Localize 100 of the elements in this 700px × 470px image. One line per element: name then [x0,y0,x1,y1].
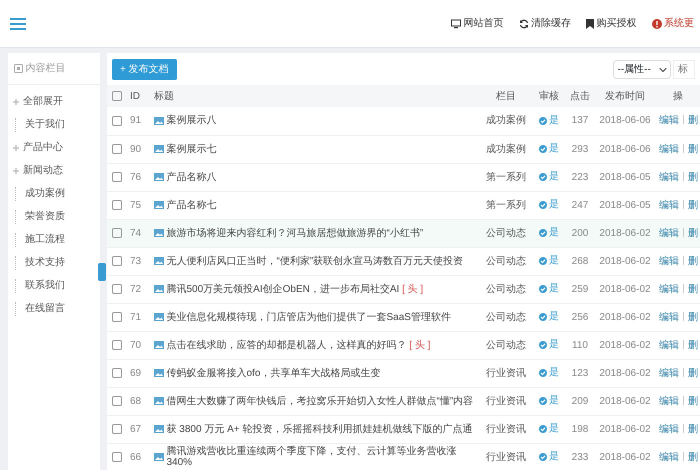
delete-link[interactable]: 删 [688,172,698,182]
row-checkbox[interactable] [112,452,122,462]
tree-item[interactable]: 关于我们 [25,117,65,132]
tree-item[interactable]: 全部展开 [23,94,63,109]
monitor-icon [451,18,461,28]
edit-link[interactable]: 编辑 [659,256,679,266]
delete-link[interactable]: 删 [688,115,698,126]
delete-link[interactable]: 删 [688,312,698,322]
status-icon [539,312,547,323]
category-cell: 行业资讯 [480,387,532,415]
delete-link[interactable]: 删 [688,200,698,210]
nav-link[interactable]: 清除缓存 [531,16,571,31]
nav-link[interactable]: 网站首页 [464,16,504,31]
category-cell: 公司动态 [480,331,532,359]
tree-item[interactable]: 成功案例 [25,186,65,201]
article-title-link[interactable]: 无人便利店风口正当时，“便利家”获联创永宣马涛数百万元天使投资 [166,256,464,266]
list-icon [14,64,23,73]
edit-link[interactable]: 编辑 [659,368,679,378]
article-title-link[interactable]: 获 3800 万元 A+ 轮投资，乐摇摇科技利用抓娃娃机做线下版的广点通 [166,424,472,434]
id-cell: 70 [127,331,151,359]
row-checkbox[interactable] [112,144,122,154]
edit-link[interactable]: 编辑 [659,340,679,350]
tree-item[interactable]: 产品中心 [23,140,63,155]
date-cell: 2018-06-02 [594,247,656,275]
collapse-handle[interactable] [98,263,106,281]
id-cell: 72 [127,275,151,303]
delete-link[interactable]: 删 [688,256,698,266]
image-icon [154,341,164,349]
edit-link[interactable]: 编辑 [659,172,679,182]
edit-link[interactable]: 编辑 [659,115,679,126]
tree-item[interactable]: 联系我们 [25,278,65,293]
article-title-link[interactable]: 借网生大数赚了两年快钱后，考拉窝乐开始切入女性人群做点“懂”内容 [166,396,474,406]
tree-item[interactable]: 技术支持 [25,255,65,270]
image-icon [154,257,164,265]
tree-item[interactable]: 施工流程 [25,232,65,247]
status-icon [539,396,547,407]
add-button[interactable]: + 发布文档 [112,59,177,80]
column-header: 点击 [566,85,594,107]
row-checkbox[interactable] [112,396,122,406]
filter-select[interactable]: --属性-- [612,60,670,79]
article-title-link[interactable]: 案例展示七 [166,144,216,154]
edit-link[interactable]: 编辑 [659,396,679,406]
row-checkbox[interactable] [112,312,122,322]
date-cell: 2018-06-06 [594,107,656,135]
nav-link[interactable]: 购买授权 [596,16,636,31]
edit-link[interactable]: 编辑 [659,144,679,154]
row-checkbox[interactable] [112,256,122,266]
delete-link[interactable]: 删 [688,340,698,350]
expand-icon[interactable] [13,144,19,150]
article-title-link[interactable]: 点击在线求助，应答的却都是机器人，这样真的好吗？ [ 头 ] [166,340,430,350]
select-all-checkbox[interactable] [112,90,122,101]
row-checkbox[interactable] [112,116,122,126]
edit-link[interactable]: 编辑 [659,424,679,434]
article-title-link[interactable]: 腾讯500万美元领投AI创企ObEN，进一步布局社交AI [ 头 ] [166,284,424,294]
delete-link[interactable]: 删 [688,228,698,238]
audit-status: 是 [539,255,559,266]
audit-status: 是 [539,283,559,294]
article-title-link[interactable]: 产品名称七 [166,200,216,210]
image-icon [154,425,164,433]
tree-item[interactable]: 在线留言 [25,301,65,316]
delete-link[interactable]: 删 [688,284,698,294]
expand-icon[interactable] [13,98,19,104]
article-title-link[interactable]: 传蚂蚁金服将接入ofo，共享单车大战格局或生变 [166,368,380,378]
row-checkbox[interactable] [112,340,122,350]
tree-item[interactable]: 荣誉资质 [25,209,65,224]
clicks-cell: 293 [566,135,594,163]
article-title-link[interactable]: 腾讯游戏营收比重连续两个季度下降，支付、云计算等业务营收涨340% [166,446,477,468]
row-checkbox[interactable] [112,368,122,378]
article-title-link[interactable]: 产品名称八 [166,172,216,182]
delete-link[interactable]: 删 [688,452,698,462]
nav-link[interactable]: 系统更 [664,16,694,31]
edit-link[interactable]: 编辑 [659,228,679,238]
clicks-cell: 223 [566,163,594,191]
delete-link[interactable]: 删 [688,144,698,154]
edit-link[interactable]: 编辑 [659,452,679,462]
search-field[interactable]: 标 [673,60,695,79]
article-title-link[interactable]: 案例展示八 [166,115,216,126]
tree-item[interactable]: 新闻动态 [23,163,63,178]
row-checkbox[interactable] [112,172,122,182]
delete-link[interactable]: 删 [688,368,698,378]
expand-icon[interactable] [13,168,19,174]
row-checkbox[interactable] [112,228,122,238]
edit-link[interactable]: 编辑 [659,312,679,322]
delete-link[interactable]: 删 [688,424,698,434]
status-icon [539,172,547,183]
edit-link[interactable]: 编辑 [659,284,679,294]
category-cell: 第一系列 [480,191,532,219]
date-cell: 2018-06-02 [594,219,656,247]
row-checkbox[interactable] [112,424,122,434]
edit-link[interactable]: 编辑 [659,200,679,210]
image-icon [154,201,164,209]
article-title-link[interactable]: 美业信息化规模待现，门店管店为他们提供了一套SaaS管理软件 [166,312,451,322]
category-cell: 行业资讯 [480,359,532,387]
row-checkbox[interactable] [112,284,122,294]
id-cell: 74 [127,219,151,247]
row-checkbox[interactable] [112,200,122,210]
menu-icon[interactable] [10,18,26,30]
delete-link[interactable]: 删 [688,396,698,406]
date-cell: 2018-06-02 [594,443,656,470]
date-cell: 2018-06-02 [594,387,656,415]
